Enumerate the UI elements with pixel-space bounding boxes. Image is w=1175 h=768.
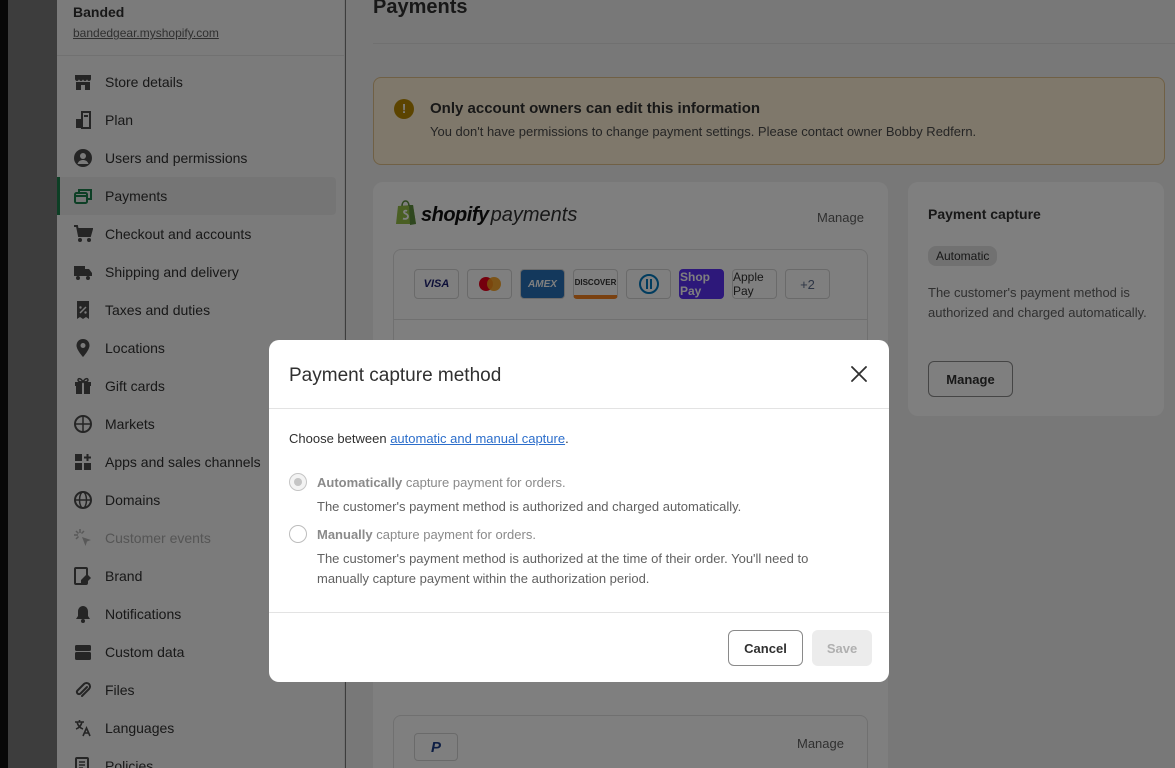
automatic-capture-radio[interactable] [289, 473, 307, 491]
option-bold: Manually [317, 527, 373, 542]
cancel-button[interactable]: Cancel [728, 630, 803, 666]
option-rest: capture payment for orders. [372, 527, 536, 542]
intro-suffix: . [565, 431, 569, 446]
manual-capture-help: The customer's payment method is authori… [317, 551, 809, 586]
dialog-header: Payment capture method [269, 340, 889, 409]
capture-help-link[interactable]: automatic and manual capture [390, 431, 565, 446]
option-bold: Automatically [317, 475, 403, 490]
payment-capture-method-dialog: Payment capture method Choose between au… [269, 340, 889, 682]
automatic-capture-label: Automatically capture payment for orders… [317, 475, 566, 490]
dialog-intro: Choose between automatic and manual capt… [289, 431, 569, 446]
dialog-title: Payment capture method [289, 365, 502, 386]
dialog-body: Choose between automatic and manual capt… [269, 409, 889, 613]
manual-capture-label: Manually capture payment for orders. [317, 527, 536, 542]
page: Banded bandedgear.myshopify.com Store de… [0, 0, 1175, 768]
option-rest: capture payment for orders. [402, 475, 566, 490]
close-icon[interactable] [847, 362, 871, 386]
automatic-capture-help: The customer's payment method is authori… [317, 499, 742, 514]
dialog-footer: Cancel Save [269, 613, 889, 681]
save-button[interactable]: Save [812, 630, 872, 666]
intro-text: Choose between [289, 431, 391, 446]
manual-capture-radio[interactable] [289, 525, 307, 543]
